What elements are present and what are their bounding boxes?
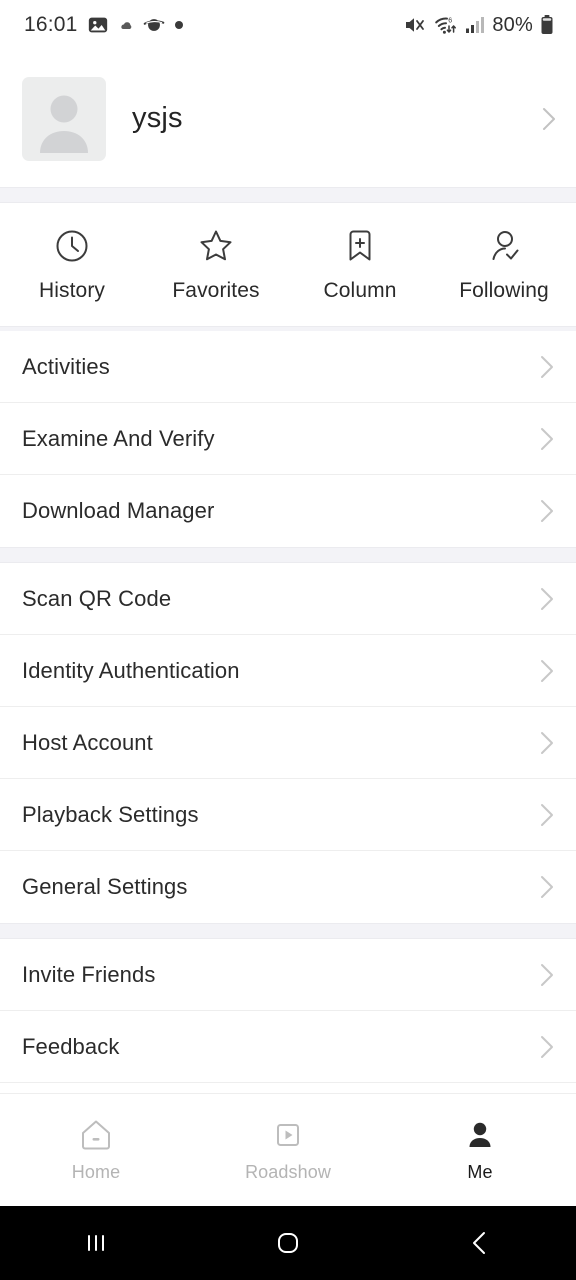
- chevron-right-icon: [541, 803, 553, 826]
- menu-item-invite-friends[interactable]: Invite Friends: [0, 939, 576, 1011]
- tab-home[interactable]: Home: [0, 1117, 192, 1183]
- battery-icon: [541, 15, 553, 34]
- quick-action-column[interactable]: Column: [288, 227, 432, 303]
- person-filled-icon: [469, 1122, 491, 1147]
- status-bar: 16:01 6 80%: [0, 0, 576, 50]
- chevron-right-icon: [541, 355, 553, 378]
- settings-scroll-area[interactable]: Activities Examine And Verify Download M…: [0, 331, 576, 1094]
- chevron-right-icon: [541, 500, 553, 522]
- back-button[interactable]: [384, 1228, 576, 1258]
- tab-roadshow[interactable]: Roadshow: [192, 1117, 384, 1183]
- menu-item-label: Identity Authentication: [22, 657, 240, 683]
- play-square-icon: [277, 1124, 299, 1146]
- status-clock: 16:01: [24, 13, 78, 36]
- menu-group-3: Invite Friends Feedback Language Follow …: [0, 939, 576, 1094]
- menu-item-label: Scan QR Code: [22, 585, 172, 611]
- bookmark-plus-icon: [349, 230, 371, 260]
- wifi6-icon: 6: [435, 17, 457, 34]
- profile-username: ysjs: [132, 102, 183, 134]
- tab-me[interactable]: Me: [384, 1117, 576, 1183]
- quick-action-label: Following: [459, 278, 549, 302]
- quick-action-following[interactable]: Following: [432, 227, 576, 303]
- mute-icon: [406, 18, 425, 32]
- menu-item-identity-authentication[interactable]: Identity Authentication: [0, 635, 576, 707]
- chevron-right-icon: [541, 876, 553, 898]
- chevron-right-icon: [541, 659, 553, 682]
- default-avatar-icon: [40, 95, 88, 153]
- signal-icon: [466, 17, 485, 33]
- menu-item-examine-and-verify[interactable]: Examine And Verify: [0, 403, 576, 475]
- menu-item-label: Invite Friends: [22, 961, 156, 987]
- tab-label: Roadshow: [245, 1162, 331, 1182]
- home-circle-icon: [278, 1233, 298, 1253]
- person-check-icon: [492, 230, 519, 260]
- status-bar-right: 6 80%: [403, 14, 554, 37]
- menu-group-1: Activities Examine And Verify Download M…: [0, 331, 576, 547]
- menu-item-label: Feedback: [22, 1033, 120, 1059]
- menu-item-host-account[interactable]: Host Account: [0, 707, 576, 779]
- menu-item-label: Examine And Verify: [22, 425, 215, 451]
- quick-actions-row: History Favorites Column Following: [0, 203, 576, 326]
- bottom-tab-bar: Home Roadshow Me: [0, 1093, 576, 1206]
- quick-action-label: Column: [323, 278, 397, 302]
- quick-action-favorites[interactable]: Favorites: [144, 227, 288, 303]
- chevron-right-icon: [541, 731, 553, 754]
- menu-item-playback-settings[interactable]: Playback Settings: [0, 779, 576, 851]
- weather-icon: [120, 22, 131, 29]
- section-separator: [0, 547, 576, 563]
- quick-action-label: Favorites: [172, 278, 260, 302]
- section-separator: [0, 923, 576, 939]
- menu-group-2: Scan QR Code Identity Authentication Hos…: [0, 563, 576, 923]
- home-icon: [82, 1120, 110, 1150]
- svg-text:6: 6: [449, 17, 453, 24]
- gallery-icon: [88, 17, 107, 33]
- saturn-icon: [143, 19, 164, 31]
- android-nav-bar: [0, 1206, 576, 1280]
- tab-label: Me: [467, 1162, 493, 1182]
- chevron-right-icon: [541, 587, 553, 610]
- clock-icon: [56, 230, 88, 261]
- star-icon: [200, 230, 232, 260]
- recents-icon: [88, 1235, 104, 1251]
- avatar: [22, 76, 106, 161]
- menu-item-label: General Settings: [22, 874, 188, 899]
- menu-item-feedback[interactable]: Feedback: [0, 1011, 576, 1083]
- home-button[interactable]: [192, 1228, 384, 1258]
- tab-label: Home: [71, 1162, 121, 1182]
- recents-button[interactable]: [0, 1228, 192, 1258]
- profile-row[interactable]: ysjs: [0, 50, 576, 187]
- dot-icon: [174, 21, 183, 29]
- menu-item-label: Activities: [22, 353, 110, 379]
- status-bar-left: 16:01: [24, 13, 184, 37]
- chevron-right-icon: [543, 107, 555, 130]
- menu-item-activities[interactable]: Activities: [0, 331, 576, 403]
- menu-item-label: Host Account: [22, 729, 153, 755]
- menu-item-download-manager[interactable]: Download Manager: [0, 475, 576, 547]
- battery-percentage: 80%: [492, 13, 533, 36]
- section-separator: [0, 187, 576, 203]
- chevron-right-icon: [541, 1035, 553, 1058]
- menu-item-scan-qr-code[interactable]: Scan QR Code: [0, 563, 576, 635]
- chevron-right-icon: [541, 963, 553, 986]
- menu-item-label: Playback Settings: [22, 801, 199, 827]
- quick-action-history[interactable]: History: [0, 227, 144, 303]
- menu-item-general-settings[interactable]: General Settings: [0, 851, 576, 923]
- menu-item-label: Download Manager: [22, 498, 215, 523]
- back-icon: [473, 1232, 485, 1254]
- chevron-right-icon: [541, 427, 553, 450]
- quick-action-label: History: [38, 278, 106, 302]
